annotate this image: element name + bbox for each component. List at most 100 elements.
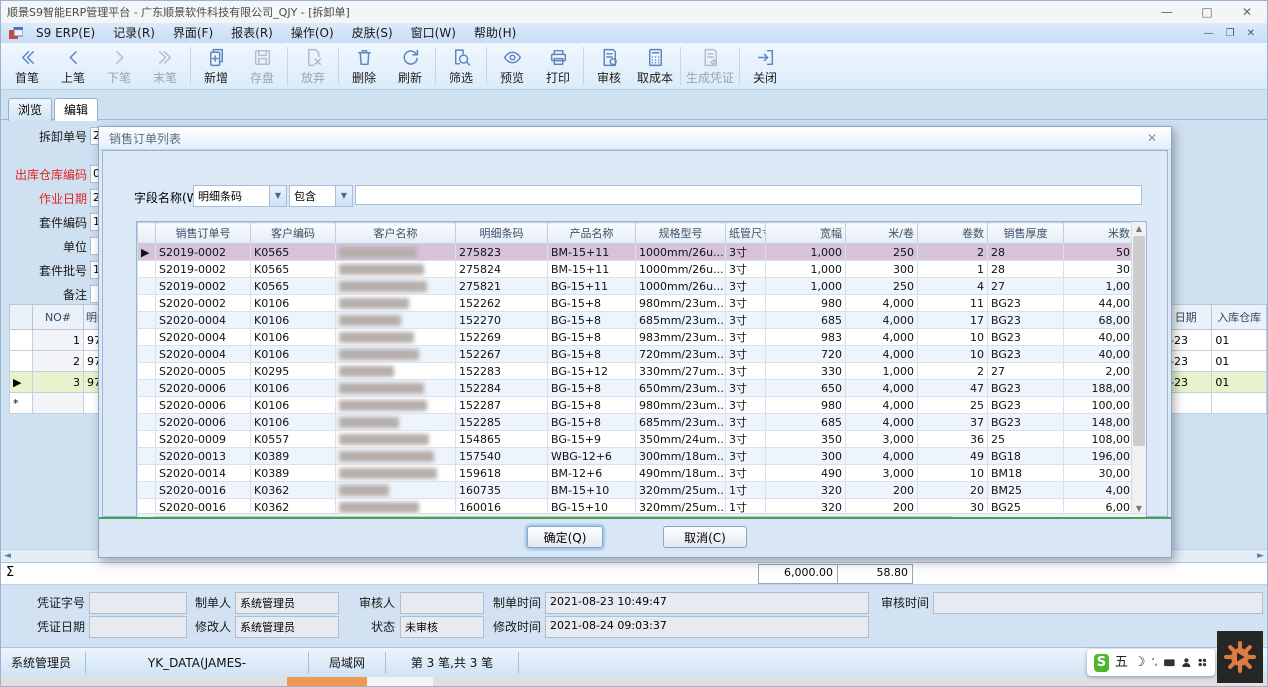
cell[interactable]: 3寸	[726, 380, 766, 397]
cell[interactable]: 685	[766, 312, 846, 329]
menu-item-2[interactable]: 界面(F)	[164, 26, 222, 40]
cell[interactable]: 250	[846, 244, 918, 261]
cell-no[interactable]: 3	[33, 372, 84, 393]
cell[interactable]: 4	[918, 278, 988, 295]
cell[interactable]: 152262	[456, 295, 548, 312]
cancel-button[interactable]: 取消(C)	[663, 526, 747, 548]
cell[interactable]: BG23	[988, 329, 1064, 346]
cell-warehouse[interactable]: 01	[1212, 351, 1267, 372]
cell[interactable]: S2020-0006	[156, 380, 251, 397]
cell[interactable]: BG-15+8	[548, 312, 636, 329]
cell[interactable]: K0557	[251, 431, 336, 448]
cell[interactable]: 154865	[456, 431, 548, 448]
cell[interactable]: 200	[846, 482, 918, 499]
cell[interactable]: 980mm/23um...	[636, 397, 726, 414]
cell-warehouse[interactable]: 01	[1212, 372, 1267, 393]
cell[interactable]: BG-15+8	[548, 295, 636, 312]
table-row[interactable]: S2019-0002K0565275821BG-15+111000mm/26u.…	[138, 278, 1134, 295]
cell[interactable]: K0106	[251, 312, 336, 329]
cell[interactable]: K0565	[251, 244, 336, 261]
menu-item-4[interactable]: 操作(O)	[282, 26, 343, 40]
cell[interactable]: S2020-0014	[156, 465, 251, 482]
mdi-close-button[interactable]: ✕	[1247, 28, 1255, 39]
add-button[interactable]: 新增	[193, 47, 239, 86]
cell[interactable]: BM-15+10	[548, 482, 636, 499]
cell-customer-name[interactable]	[336, 346, 456, 363]
cell[interactable]: S2020-0009	[156, 431, 251, 448]
punctuation-icon[interactable]: ’,	[1152, 658, 1158, 668]
refresh-button[interactable]: 刷新	[387, 47, 433, 86]
cell[interactable]: 152270	[456, 312, 548, 329]
cell[interactable]: BM-12+6	[548, 465, 636, 482]
menu-item-7[interactable]: 帮助(H)	[465, 26, 525, 40]
cell[interactable]: 50	[1064, 244, 1134, 261]
cell[interactable]: BM25	[988, 482, 1064, 499]
cell[interactable]: 10	[918, 465, 988, 482]
cell-customer-name[interactable]	[336, 329, 456, 346]
column-header[interactable]: NO#	[33, 305, 84, 330]
cell-no[interactable]: 1	[33, 330, 84, 351]
menu-item-3[interactable]: 报表(R)	[222, 26, 282, 40]
cell[interactable]: 3,000	[846, 431, 918, 448]
delete-button[interactable]: 删除	[341, 47, 387, 86]
cell[interactable]: S2020-0004	[156, 329, 251, 346]
cell-warehouse[interactable]: 01	[1212, 330, 1267, 351]
cell[interactable]: 685mm/23um...	[636, 414, 726, 431]
cell[interactable]: 330	[766, 363, 846, 380]
cell[interactable]: 350	[766, 431, 846, 448]
column-header[interactable]: 米/卷	[846, 223, 918, 244]
cell[interactable]: S2020-0013	[156, 448, 251, 465]
cell[interactable]: BG23	[988, 312, 1064, 329]
table-row[interactable]: S2020-0002K0106152262BG-15+8980mm/23um..…	[138, 295, 1134, 312]
cell[interactable]: 152284	[456, 380, 548, 397]
table-row[interactable]: 8-2301	[1160, 351, 1267, 372]
cell-customer-name[interactable]	[336, 397, 456, 414]
table-row[interactable]: S2020-0016K0362160735BM-15+10320mm/25um.…	[138, 482, 1134, 499]
column-header[interactable]: 卷数	[918, 223, 988, 244]
cell[interactable]: 4,000	[846, 312, 918, 329]
cell[interactable]: 330mm/27um...	[636, 363, 726, 380]
cell[interactable]: 4,000	[846, 346, 918, 363]
cell[interactable]: 30,00	[1064, 465, 1134, 482]
cell[interactable]: S2020-0004	[156, 312, 251, 329]
filter-operator-select[interactable]: 包含 ▼	[289, 185, 353, 207]
cell[interactable]: BG23	[988, 414, 1064, 431]
cell[interactable]: 152269	[456, 329, 548, 346]
cell[interactable]: K0389	[251, 448, 336, 465]
cell[interactable]: 3寸	[726, 278, 766, 295]
cell[interactable]: BG-15+8	[548, 329, 636, 346]
user-icon[interactable]	[1181, 656, 1192, 669]
cell[interactable]: S2019-0002	[156, 261, 251, 278]
cell[interactable]: BG-15+9	[548, 431, 636, 448]
cell[interactable]: 152285	[456, 414, 548, 431]
cell[interactable]: 40,00	[1064, 329, 1134, 346]
prev-record-button[interactable]: 上笔	[50, 47, 96, 86]
cell-customer-name[interactable]	[336, 414, 456, 431]
dialog-close-icon[interactable]: ✕	[1143, 131, 1161, 145]
table-row[interactable]: S2020-0013K0389157540WBG-12+6300mm/18um.…	[138, 448, 1134, 465]
recorder-app-icon[interactable]	[1217, 631, 1263, 683]
cell[interactable]: K0565	[251, 261, 336, 278]
cell[interactable]: 275823	[456, 244, 548, 261]
ok-button[interactable]: 确定(Q)	[527, 526, 603, 548]
cell[interactable]: 685mm/23um...	[636, 312, 726, 329]
cell[interactable]: 10	[918, 346, 988, 363]
cell[interactable]: 300mm/18um...	[636, 448, 726, 465]
column-header[interactable]: 入库仓库	[1212, 305, 1267, 330]
cell[interactable]: 44,00	[1064, 295, 1134, 312]
moon-icon[interactable]: ☽	[1134, 656, 1146, 669]
cell-customer-name[interactable]	[336, 448, 456, 465]
preview-button[interactable]: 预览	[489, 47, 535, 86]
cell[interactable]: S2020-0002	[156, 295, 251, 312]
cell[interactable]: WBG-12+6	[548, 448, 636, 465]
window-close-button[interactable]: ✕	[1227, 1, 1267, 23]
cell[interactable]: 40,00	[1064, 346, 1134, 363]
cell[interactable]: 188,00	[1064, 380, 1134, 397]
column-header[interactable]: 销售订单号	[156, 223, 251, 244]
cell-customer-name[interactable]	[336, 295, 456, 312]
column-header[interactable]	[10, 305, 33, 330]
cell[interactable]: K0389	[251, 465, 336, 482]
cell[interactable]: 152287	[456, 397, 548, 414]
cell[interactable]: 3寸	[726, 244, 766, 261]
cell[interactable]: S2020-0006	[156, 414, 251, 431]
